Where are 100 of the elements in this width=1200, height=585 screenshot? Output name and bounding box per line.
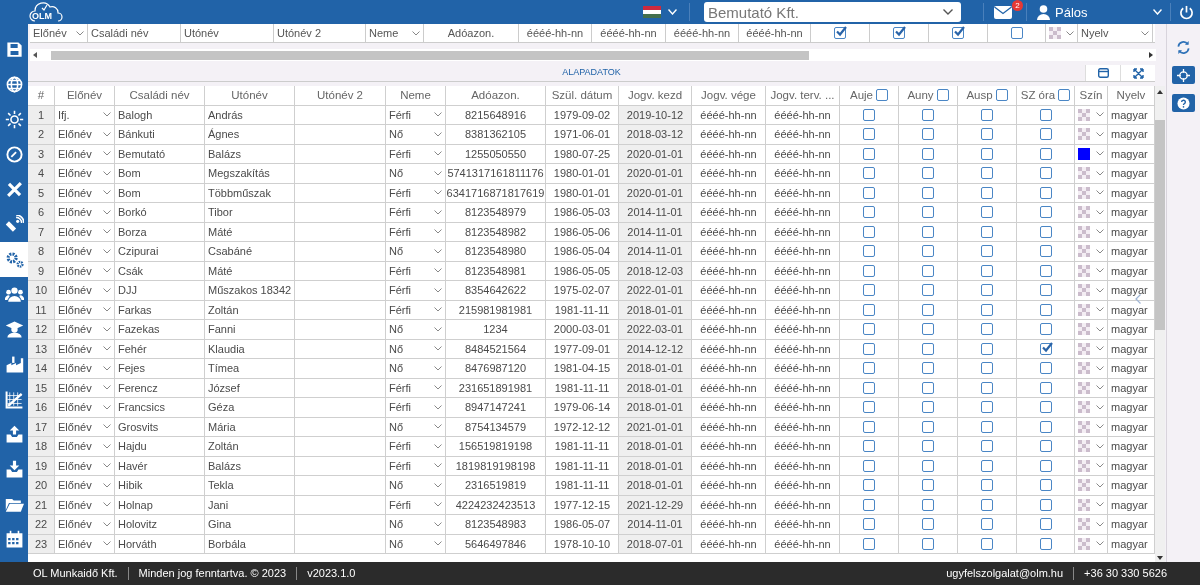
checkbox[interactable] bbox=[981, 420, 993, 433]
select-field[interactable]: Előnév bbox=[55, 183, 115, 203]
checkbox[interactable] bbox=[863, 225, 875, 238]
checkbox[interactable] bbox=[922, 479, 934, 492]
select-field[interactable]: Ifj. bbox=[55, 105, 115, 125]
date-field[interactable]: éééé-hh-nn bbox=[766, 300, 840, 320]
date-field[interactable]: éééé-hh-nn bbox=[692, 339, 766, 359]
select-field[interactable]: Nő bbox=[386, 125, 446, 145]
checkbox[interactable] bbox=[1039, 401, 1052, 414]
color-picker[interactable] bbox=[1075, 359, 1108, 379]
checkbox[interactable] bbox=[863, 167, 875, 180]
checkbox[interactable] bbox=[922, 167, 934, 180]
color-picker[interactable] bbox=[1075, 320, 1108, 340]
select-field[interactable]: Férfi bbox=[386, 300, 446, 320]
date-field[interactable]: éééé-hh-nn bbox=[692, 437, 766, 457]
checkbox[interactable] bbox=[863, 108, 875, 121]
help-button[interactable] bbox=[1172, 94, 1195, 112]
select-field[interactable]: Előnév bbox=[55, 164, 115, 184]
date-field[interactable]: éééé-hh-nn bbox=[766, 261, 840, 281]
checkbox[interactable] bbox=[981, 128, 993, 141]
checkbox[interactable] bbox=[981, 323, 993, 336]
checkbox[interactable] bbox=[981, 167, 993, 180]
checkbox[interactable] bbox=[981, 498, 993, 511]
select-field[interactable]: Nyelv bbox=[1078, 24, 1153, 42]
checkbox[interactable] bbox=[981, 537, 993, 550]
select-field[interactable]: Előnév bbox=[55, 476, 115, 496]
date-field[interactable]: éééé-hh-nn bbox=[766, 398, 840, 418]
checkbox[interactable] bbox=[922, 362, 934, 375]
date-field[interactable]: éééé-hh-nn bbox=[692, 476, 766, 496]
checkbox[interactable] bbox=[863, 498, 875, 511]
select-field[interactable]: Előnév bbox=[55, 261, 115, 281]
checkbox[interactable] bbox=[922, 518, 934, 531]
date-field[interactable]: éééé-hh-nn bbox=[692, 261, 766, 281]
checkbox[interactable] bbox=[863, 420, 875, 433]
select-field[interactable]: Férfi bbox=[386, 456, 446, 476]
filter-field[interactable]: Utónév 2 bbox=[274, 24, 366, 42]
checkbox[interactable] bbox=[922, 284, 934, 297]
date-field[interactable]: éééé-hh-nn bbox=[766, 534, 840, 554]
checkbox[interactable] bbox=[863, 245, 875, 258]
checkbox[interactable] bbox=[922, 303, 934, 316]
color-picker[interactable] bbox=[1075, 398, 1108, 418]
checkbox[interactable] bbox=[981, 401, 993, 414]
checkbox[interactable] bbox=[863, 284, 875, 297]
select-field[interactable]: Előnév bbox=[30, 24, 88, 42]
select-field[interactable]: Nő bbox=[386, 242, 446, 262]
checkbox[interactable] bbox=[1039, 518, 1052, 531]
select-field[interactable]: Férfi bbox=[386, 378, 446, 398]
checkbox[interactable] bbox=[995, 89, 1008, 102]
select-field[interactable]: Előnév bbox=[55, 144, 115, 164]
select-field[interactable]: Férfi bbox=[386, 183, 446, 203]
select-field[interactable]: Előnév bbox=[55, 437, 115, 457]
power-button[interactable] bbox=[1179, 4, 1194, 20]
select-field[interactable]: Előnév bbox=[55, 281, 115, 301]
date-field[interactable]: éééé-hh-nn bbox=[766, 125, 840, 145]
checkbox[interactable] bbox=[863, 264, 875, 277]
checkbox[interactable] bbox=[863, 440, 875, 453]
checkbox[interactable] bbox=[981, 518, 993, 531]
date-field[interactable]: éééé-hh-nn bbox=[766, 183, 840, 203]
date-field[interactable]: éééé-hh-nn bbox=[766, 339, 840, 359]
checkbox[interactable] bbox=[981, 206, 993, 219]
date-field[interactable]: éééé-hh-nn bbox=[692, 183, 766, 203]
color-picker[interactable] bbox=[1075, 476, 1108, 496]
select-field[interactable]: Neme bbox=[366, 24, 424, 42]
date-field[interactable]: éééé-hh-nn bbox=[766, 456, 840, 476]
date-field[interactable]: éééé-hh-nn bbox=[692, 281, 766, 301]
checkbox[interactable] bbox=[981, 303, 993, 316]
checkbox[interactable] bbox=[981, 186, 993, 199]
checkbox[interactable] bbox=[1039, 206, 1052, 219]
date-field[interactable]: éééé-hh-nn bbox=[692, 359, 766, 379]
select-field[interactable]: Nő bbox=[386, 339, 446, 359]
date-field[interactable]: éééé-hh-nn bbox=[692, 417, 766, 437]
checkbox[interactable] bbox=[922, 245, 934, 258]
date-field[interactable]: éééé-hh-nn bbox=[766, 378, 840, 398]
select-field[interactable]: Előnév bbox=[55, 534, 115, 554]
checkbox[interactable] bbox=[981, 225, 993, 238]
checkbox[interactable] bbox=[981, 245, 993, 258]
date-field[interactable]: éééé-hh-nn bbox=[692, 125, 766, 145]
checkbox[interactable] bbox=[1039, 479, 1052, 492]
checkbox[interactable] bbox=[863, 479, 875, 492]
color-picker[interactable] bbox=[1075, 515, 1108, 535]
date-field[interactable]: éééé-hh-nn bbox=[766, 495, 840, 515]
date-field[interactable]: éééé-hh-nn bbox=[766, 222, 840, 242]
date-field[interactable]: éééé-hh-nn bbox=[766, 320, 840, 340]
color-picker[interactable] bbox=[1075, 437, 1108, 457]
date-field[interactable]: éééé-hh-nn bbox=[692, 300, 766, 320]
checkbox[interactable] bbox=[863, 537, 875, 550]
checkbox[interactable] bbox=[1039, 284, 1052, 297]
checkbox[interactable] bbox=[863, 362, 875, 375]
checkbox[interactable] bbox=[981, 362, 993, 375]
select-field[interactable]: Nő bbox=[386, 476, 446, 496]
date-field[interactable]: éééé-hh-nn bbox=[766, 359, 840, 379]
date-field[interactable]: éééé-hh-nn bbox=[766, 515, 840, 535]
checkbox[interactable] bbox=[922, 206, 934, 219]
select-field[interactable]: Előnév bbox=[55, 320, 115, 340]
checkbox[interactable] bbox=[1039, 108, 1052, 121]
checkbox[interactable] bbox=[863, 206, 875, 219]
date-field[interactable]: éééé-hh-nn bbox=[692, 398, 766, 418]
checkbox[interactable] bbox=[981, 342, 993, 355]
date-field[interactable]: éééé-hh-nn bbox=[766, 144, 840, 164]
checkbox[interactable] bbox=[1039, 303, 1052, 316]
